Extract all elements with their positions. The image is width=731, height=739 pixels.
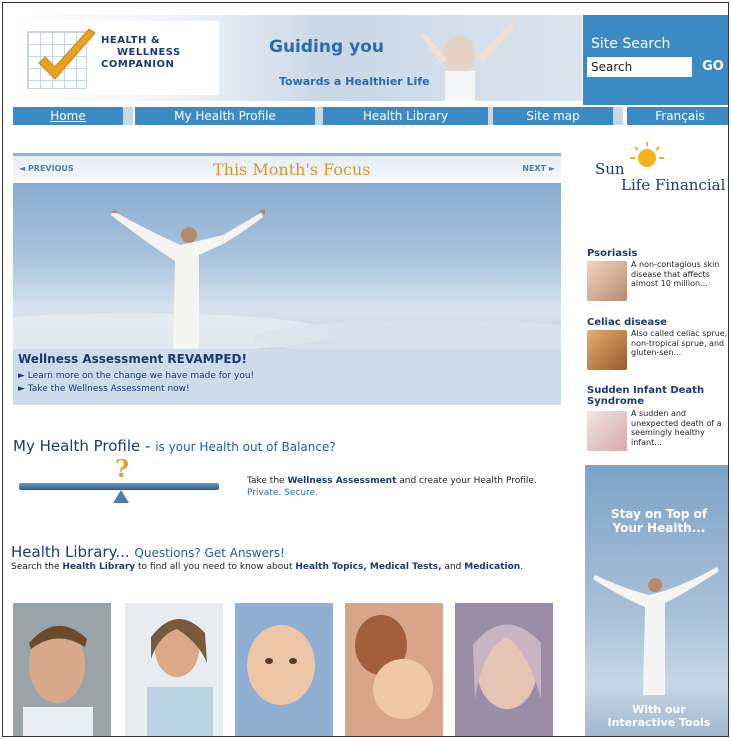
photo-baby[interactable] xyxy=(235,603,333,736)
celiac-thumbnail[interactable] xyxy=(587,330,627,370)
monthly-focus-panel: ◄ PREVIOUS This Month's Focus NEXT ► Wel… xyxy=(13,153,561,405)
hp-text-mid: and create your Health Profile. xyxy=(396,476,537,486)
promo-line-4: Interactive Tools xyxy=(607,716,711,729)
focus-image[interactable] xyxy=(13,183,561,349)
nav-sitemap-label: Site map xyxy=(526,109,580,123)
site-logo[interactable]: HEALTH & WELLNESS COMPANION xyxy=(19,21,219,95)
photo-older-woman[interactable] xyxy=(455,603,553,736)
nav-divider xyxy=(613,107,623,125)
hl-text-mid: to find all you need to know about xyxy=(135,562,296,572)
previous-link[interactable]: ◄ PREVIOUS xyxy=(19,164,74,173)
photo-mother-child[interactable] xyxy=(345,603,443,736)
page-frame: HEALTH & WELLNESS COMPANION Guiding you … xyxy=(2,2,729,737)
side-item-psoriasis[interactable]: Psoriasis A non-contagious skin disease … xyxy=(587,248,728,301)
nav-francais-label: Français xyxy=(655,109,705,123)
hp-text-pre: Take the xyxy=(247,476,288,486)
hl-text-end: . xyxy=(520,562,524,572)
photo-woman[interactable] xyxy=(125,603,223,736)
health-profile-text: Take the Wellness Assessment and create … xyxy=(247,475,537,499)
sun-life-text: Sun Life Financial xyxy=(595,161,725,193)
nav-home-label: Home xyxy=(50,109,86,123)
focus-title: This Month's Focus xyxy=(213,160,371,179)
focus-man-figure xyxy=(13,209,561,349)
nav-profile-label: My Health Profile xyxy=(174,109,276,123)
promo-figure xyxy=(593,567,719,695)
sun-life-line-1: Sun xyxy=(595,160,625,178)
header-figure-image xyxy=(421,23,515,101)
side-item-desc: A non-contagious skin disease that affec… xyxy=(631,260,720,288)
focus-caption: Wellness Assessment REVAMPED! ► Learn mo… xyxy=(13,349,561,405)
hl-text-and: and xyxy=(441,562,465,572)
promo-tagline: With our Interactive Tools xyxy=(585,703,728,729)
health-library-title: Health Library... xyxy=(11,543,130,561)
sun-life-line-2: Life Financial xyxy=(621,176,726,194)
nav-library-label: Health Library xyxy=(362,109,449,123)
focus-header: ◄ PREVIOUS This Month's Focus NEXT ► xyxy=(13,153,561,183)
side-item-sids[interactable]: Sudden Infant Death Syndrome A sudden an… xyxy=(587,385,728,451)
medication-link[interactable]: Medication xyxy=(464,562,520,572)
tagline-main: Guiding you xyxy=(269,37,384,57)
nav-my-health-profile[interactable]: My Health Profile xyxy=(135,107,315,125)
secure-label: Secure. xyxy=(284,488,318,498)
nav-francais[interactable]: Français xyxy=(627,107,728,125)
side-item-desc: A sudden and unexpected death of a seemi… xyxy=(631,409,722,447)
logo-text: HEALTH & WELLNESS COMPANION xyxy=(101,35,181,71)
logo-line-3: COMPANION xyxy=(101,59,175,70)
heading-dash: - xyxy=(140,437,156,455)
next-link[interactable]: NEXT ► xyxy=(522,164,555,173)
side-item-title[interactable]: Psoriasis xyxy=(587,248,728,259)
tagline-sub: Towards a Healthier Life xyxy=(279,75,430,88)
nav-home[interactable]: Home xyxy=(13,107,123,125)
promo-headline: Stay on Top of Your Health... xyxy=(585,507,728,535)
side-item-title[interactable]: Celiac disease xyxy=(587,317,728,328)
main-nav: Home My Health Profile Health Library Si… xyxy=(13,107,728,125)
logo-line-1: HEALTH & xyxy=(101,35,161,46)
health-topics-link[interactable]: Health Topics, Medical Tests, xyxy=(295,562,441,572)
hl-text-pre: Search the xyxy=(11,562,63,572)
header-banner: HEALTH & WELLNESS COMPANION Guiding you … xyxy=(11,15,582,101)
balance-scale-icon: ? xyxy=(19,455,219,503)
promo-line-1: Stay on Top of xyxy=(610,507,708,521)
health-library-link[interactable]: Health Library xyxy=(62,562,135,572)
nav-divider xyxy=(123,107,133,125)
promo-line-3: With our xyxy=(632,703,686,716)
side-item-celiac[interactable]: Celiac disease Also called celiac sprue,… xyxy=(587,317,728,370)
learn-more-link[interactable]: ► Learn more on the change we have made … xyxy=(18,371,254,381)
sun-life-logo[interactable]: Sun Life Financial xyxy=(593,141,728,201)
sids-thumbnail[interactable] xyxy=(587,411,627,451)
nav-health-library[interactable]: Health Library xyxy=(323,107,488,125)
photo-young-man[interactable] xyxy=(13,603,111,736)
search-go-button[interactable]: GO xyxy=(695,57,728,77)
balance-question: ? xyxy=(115,455,129,483)
health-profile-title: My Health Profile xyxy=(13,437,141,455)
interactive-tools-promo[interactable]: Stay on Top of Your Health... With our I… xyxy=(585,465,728,736)
wellness-assessment-title[interactable]: Wellness Assessment REVAMPED! xyxy=(18,352,247,366)
take-assessment-link[interactable]: ► Take the Wellness Assessment now! xyxy=(18,384,190,394)
health-library-heading[interactable]: Health Library... Questions? Get Answers… xyxy=(11,543,285,561)
health-library-subtitle: Questions? Get Answers! xyxy=(134,546,285,560)
logo-line-2: WELLNESS xyxy=(117,47,181,58)
promo-line-2: Your Health... xyxy=(612,521,706,535)
health-profile-heading[interactable]: My Health Profile - is your Health out o… xyxy=(13,437,336,455)
wellness-assessment-link[interactable]: Wellness Assessment xyxy=(287,476,396,486)
side-item-title[interactable]: Sudden Infant Death Syndrome xyxy=(587,385,728,407)
health-profile-subtitle: is your Health out of Balance? xyxy=(155,440,336,454)
site-search-panel: Site Search GO xyxy=(583,15,728,105)
nav-site-map[interactable]: Site map xyxy=(493,107,613,125)
private-label: Private. xyxy=(247,488,282,498)
psoriasis-thumbnail[interactable] xyxy=(587,261,627,301)
search-title: Site Search xyxy=(591,36,671,52)
side-item-desc: Also called celiac sprue, non-tropical s… xyxy=(631,329,728,357)
checkmark-icon xyxy=(38,28,96,80)
health-library-text: Search the Health Library to find all yo… xyxy=(11,562,531,573)
search-input[interactable] xyxy=(587,57,692,77)
